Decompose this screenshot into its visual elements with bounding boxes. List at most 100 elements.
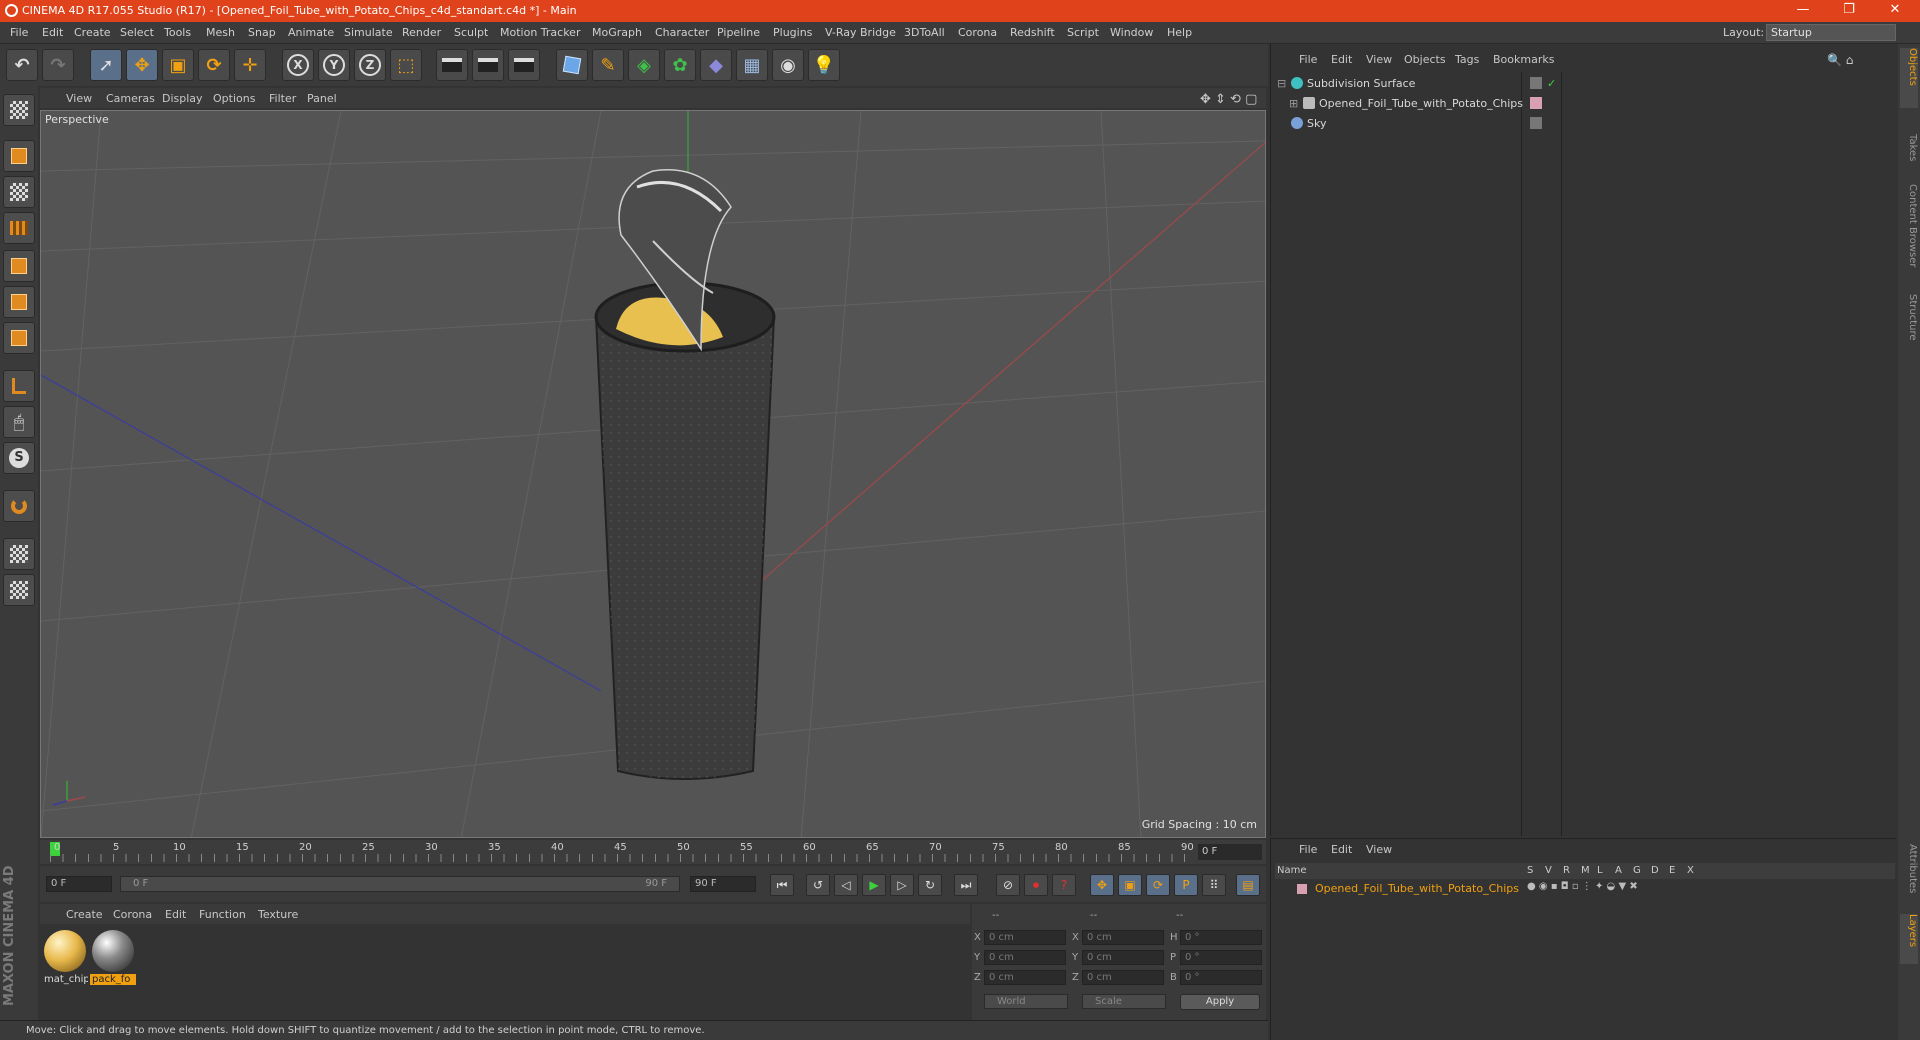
- viewport-nav-icons[interactable]: ✥ ⇕ ⟲ ▢: [1200, 92, 1257, 107]
- rotation-h-field[interactable]: 0 °: [1180, 930, 1262, 945]
- edges-mode-button[interactable]: [3, 286, 35, 318]
- tab-takes[interactable]: Takes: [1900, 134, 1918, 174]
- record-position-button[interactable]: ✥: [1090, 874, 1114, 896]
- record-parameter-button[interactable]: P: [1174, 874, 1198, 896]
- coordinate-space-dropdown[interactable]: World: [984, 994, 1068, 1009]
- viewport-menu-options[interactable]: Options: [213, 92, 255, 105]
- menu-motion-tracker[interactable]: Motion Tracker: [500, 26, 580, 39]
- menu-select[interactable]: Select: [120, 26, 154, 39]
- material-menu-corona[interactable]: Corona: [113, 908, 152, 921]
- tab-attributes[interactable]: Attributes: [1900, 844, 1918, 904]
- timeline-ruler[interactable]: 0 5 10 15 20 25 30 35 40 45 50 55 60 65 …: [40, 840, 1266, 864]
- viewport-menu-filter[interactable]: Filter: [269, 92, 296, 105]
- texture-mode-button[interactable]: [3, 176, 35, 208]
- model-mode-button[interactable]: [3, 140, 35, 172]
- add-floor-button[interactable]: ▦: [736, 49, 768, 81]
- object-menu-view[interactable]: View: [1366, 53, 1392, 66]
- size-y-field[interactable]: 0 cm: [1082, 950, 1164, 965]
- tab-structure[interactable]: Structure: [1900, 294, 1918, 354]
- menu-corona[interactable]: Corona: [958, 26, 997, 39]
- render-picture-viewer-button[interactable]: [472, 49, 504, 81]
- next-frame-button[interactable]: ▷: [890, 874, 914, 896]
- enable-axis-button[interactable]: [3, 370, 35, 402]
- viewport-menu-cameras[interactable]: Cameras: [106, 92, 155, 105]
- size-x-field[interactable]: 0 cm: [1082, 930, 1164, 945]
- material-swatch[interactable]: mat_chip: [42, 928, 88, 986]
- layer-menu-view[interactable]: View: [1366, 843, 1392, 856]
- layout-select[interactable]: Startup: [1766, 24, 1896, 41]
- menu-sculpt[interactable]: Sculpt: [454, 26, 488, 39]
- material-menu-create[interactable]: Create: [66, 908, 103, 921]
- undo-button[interactable]: ↶: [6, 49, 38, 81]
- menu-tools[interactable]: Tools: [164, 26, 191, 39]
- layer-color-swatch[interactable]: [1297, 884, 1307, 894]
- record-point-level-button[interactable]: ⠿: [1202, 874, 1226, 896]
- play-button[interactable]: ▶: [862, 874, 886, 896]
- object-row[interactable]: Sky: [1275, 114, 1895, 132]
- workplane-mode-button[interactable]: [3, 212, 35, 244]
- menu-simulate[interactable]: Simulate: [344, 26, 393, 39]
- foil-tube-model[interactable]: [594, 169, 776, 780]
- menu-window[interactable]: Window: [1110, 26, 1153, 39]
- add-light-button[interactable]: 💡: [808, 49, 840, 81]
- go-to-end-button[interactable]: ⏭: [954, 874, 978, 896]
- object-row[interactable]: ⊟ Subdivision Surface ✓: [1275, 74, 1895, 92]
- next-key-button[interactable]: ↻: [918, 874, 942, 896]
- object-menu-edit[interactable]: Edit: [1331, 53, 1352, 66]
- scale-tool-button[interactable]: ▣: [162, 49, 194, 81]
- size-mode-dropdown[interactable]: Scale: [1082, 994, 1166, 1009]
- record-scale-button[interactable]: ▣: [1118, 874, 1142, 896]
- restore-button[interactable]: ❐: [1826, 0, 1872, 22]
- object-row[interactable]: ⊞ Opened_Foil_Tube_with_Potato_Chips: [1275, 94, 1895, 112]
- object-menu-file[interactable]: File: [1299, 53, 1317, 66]
- edit-render-settings-button[interactable]: [508, 49, 540, 81]
- material-swatch[interactable]: pack_fo: [90, 928, 136, 986]
- enabled-check-icon[interactable]: ✓: [1547, 77, 1556, 90]
- coordinate-system-button[interactable]: ⬚: [390, 49, 422, 81]
- menu-script[interactable]: Script: [1067, 26, 1099, 39]
- go-to-start-button[interactable]: ⏮: [770, 874, 794, 896]
- snap-button[interactable]: [3, 490, 35, 522]
- minimize-button[interactable]: —: [1780, 0, 1826, 22]
- solo-button[interactable]: S: [3, 442, 35, 474]
- z-axis-button[interactable]: Z: [354, 49, 386, 81]
- menu-file[interactable]: File: [10, 26, 28, 39]
- position-y-field[interactable]: 0 cm: [984, 950, 1066, 965]
- tab-content-browser[interactable]: Content Browser: [1900, 184, 1918, 284]
- menu-render[interactable]: Render: [402, 26, 441, 39]
- collapse-icon[interactable]: ⊟: [1277, 77, 1286, 90]
- menu-pipeline[interactable]: Pipeline: [717, 26, 760, 39]
- recent-tool-button[interactable]: ✛: [234, 49, 266, 81]
- perspective-viewport[interactable]: Perspective Grid Spacing : 10 cm: [40, 110, 1266, 838]
- viewport-camera-label[interactable]: Perspective: [45, 113, 109, 126]
- rotate-tool-button[interactable]: ⟳: [198, 49, 230, 81]
- menu-animate[interactable]: Animate: [288, 26, 334, 39]
- polygons-mode-button[interactable]: [3, 322, 35, 354]
- menu-character[interactable]: Character: [655, 26, 709, 39]
- menu-redshift[interactable]: Redshift: [1010, 26, 1055, 39]
- viewport-menu-panel[interactable]: Panel: [307, 92, 337, 105]
- add-cube-button[interactable]: [556, 49, 588, 81]
- layer-menu-file[interactable]: File: [1299, 843, 1317, 856]
- record-rotation-button[interactable]: ⟳: [1146, 874, 1170, 896]
- y-axis-button[interactable]: Y: [318, 49, 350, 81]
- lock-workplane-button[interactable]: [3, 538, 35, 570]
- render-view-button[interactable]: [436, 49, 468, 81]
- redo-button[interactable]: ↷: [42, 49, 74, 81]
- add-mograph-button[interactable]: ✿: [664, 49, 696, 81]
- move-tool-button[interactable]: ✥: [126, 49, 158, 81]
- rotation-b-field[interactable]: 0 °: [1180, 970, 1262, 985]
- menu-help[interactable]: Help: [1167, 26, 1192, 39]
- planar-workplane-button[interactable]: [3, 574, 35, 606]
- apply-button[interactable]: Apply: [1180, 994, 1260, 1010]
- layer-toggle-icons[interactable]: ● ◉ ▪ ◘ ▫ ⋮ ✦ ◒ ▼ ✖: [1527, 881, 1638, 892]
- size-z-field[interactable]: 0 cm: [1082, 970, 1164, 985]
- record-keys-button[interactable]: ⊘: [996, 874, 1020, 896]
- tab-objects[interactable]: Objects: [1900, 48, 1918, 108]
- layer-menu-edit[interactable]: Edit: [1331, 843, 1352, 856]
- object-menu-tags[interactable]: Tags: [1455, 53, 1479, 66]
- make-editable-button[interactable]: [3, 94, 35, 126]
- close-button[interactable]: ✕: [1872, 0, 1918, 22]
- live-selection-button[interactable]: ➚: [90, 49, 122, 81]
- previous-key-button[interactable]: ↺: [806, 874, 830, 896]
